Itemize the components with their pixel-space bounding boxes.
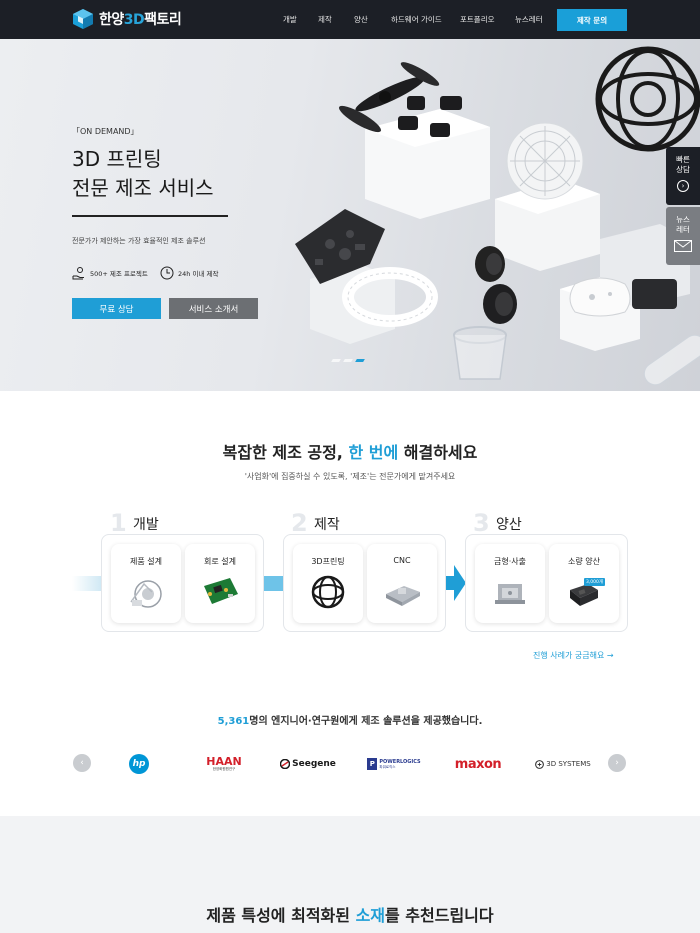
quick-consult-label-2: 상담 bbox=[676, 165, 690, 174]
haan-logo-text: HAAN bbox=[206, 755, 242, 768]
case-study-link[interactable]: 진행 사례가 궁금해요 → bbox=[533, 650, 614, 661]
slide-dot-2[interactable] bbox=[343, 359, 353, 362]
service-card-product-design[interactable]: 제품 설계 bbox=[111, 544, 181, 623]
brand-logo-seegene: Seegene bbox=[276, 754, 340, 774]
seegene-mark-icon bbox=[280, 759, 291, 769]
mold-icon bbox=[495, 584, 525, 604]
maxon-logo-text: maxon bbox=[454, 756, 502, 772]
service-card-small-batch[interactable]: 소량 양산 3,000개 bbox=[549, 544, 619, 623]
quick-consult-float[interactable]: 빠른 상담 › bbox=[666, 147, 700, 205]
brand-logo-maxon: maxon bbox=[446, 754, 510, 774]
menu-item-production[interactable]: 제작 bbox=[318, 14, 332, 25]
arrow-right-icon bbox=[444, 565, 466, 601]
feature-projects: 500+ 제조 프로젝트 bbox=[72, 266, 148, 280]
hp-logo: hp bbox=[129, 754, 149, 774]
cnc-part-icon bbox=[386, 586, 420, 606]
hero-title-line1: 3D 프린팅 bbox=[72, 147, 162, 171]
powerlogics-logo-subtext: 파워로직스 bbox=[379, 764, 396, 769]
card-label: 회로 설계 bbox=[204, 557, 236, 566]
quick-consult-label-1: 빠른 bbox=[676, 155, 690, 164]
process-section-subtitle: '사업화'에 집중하실 수 있도록, '제조'는 전문가에게 맡겨주세요 bbox=[244, 472, 456, 481]
3dsystems-logo-text: 3D SYSTEMS bbox=[546, 760, 591, 768]
chevron-right-icon: › bbox=[615, 758, 619, 768]
menu-item-hardware-guide[interactable]: 하드웨어 가이드 bbox=[391, 14, 442, 25]
card-label: 3D프린팅 bbox=[311, 557, 345, 566]
stage-3-label: 양산 bbox=[496, 517, 522, 533]
top-navigation-bar: 한양3D팩토리 개발 제작 양산 하드웨어 가이드 포트폴리오 뉴스레터 제작 … bbox=[0, 0, 700, 39]
carousel-prev-button[interactable]: ‹ bbox=[73, 754, 91, 772]
lattice-sphere-icon bbox=[311, 575, 345, 609]
connector-start bbox=[72, 576, 102, 591]
newsletter-float[interactable]: 뉴스 레터 bbox=[666, 207, 700, 265]
3dsystems-mark-icon bbox=[535, 759, 545, 769]
hero-eyebrow: 「ON DEMAND」 bbox=[72, 127, 139, 136]
process-section-title: 복잡한 제조 공정, 한 번에 해결하세요 bbox=[222, 443, 478, 462]
hero-banner: 「ON DEMAND」 3D 프린팅 전문 제조 서비스 전문가가 제안하는 가… bbox=[0, 39, 700, 391]
stage-3-number: 3 bbox=[473, 509, 490, 537]
inquiry-button[interactable]: 제작 문의 bbox=[557, 9, 627, 31]
powerlogics-mark-icon: P bbox=[367, 758, 378, 770]
brand-logo-3dsystems: 3D SYSTEMS bbox=[531, 754, 595, 774]
chevron-left-icon: ‹ bbox=[80, 758, 84, 768]
brand-logo-haan: HAAN 한양화원원연구 bbox=[198, 754, 250, 774]
brand-logo-hp: hp bbox=[126, 754, 152, 774]
hand-coin-icon bbox=[72, 267, 84, 280]
hero-subtitle: 전문가가 제안하는 가장 효율적인 제조 솔루션 bbox=[72, 237, 206, 245]
stage-1-number: 1 bbox=[110, 509, 127, 537]
clients-title: 5,361명의 엔지니어·연구원에게 제조 솔루션을 제공했습니다. bbox=[0, 712, 700, 727]
service-card-injection-molding[interactable]: 금형·사출 bbox=[475, 544, 545, 623]
carousel-next-button[interactable]: › bbox=[608, 754, 626, 772]
card-label: CNC bbox=[393, 556, 411, 565]
hero-title: 3D 프린팅 전문 제조 서비스 bbox=[72, 145, 214, 203]
service-card-3d-printing[interactable]: 3D프린팅 bbox=[293, 544, 363, 623]
hero-title-line2: 전문 제조 서비스 bbox=[72, 176, 214, 200]
envelope-icon bbox=[674, 240, 692, 252]
menu-item-development[interactable]: 개발 bbox=[283, 14, 297, 25]
card-label: 금형·사출 bbox=[494, 557, 526, 566]
brand-logo-powerlogics: P POWERLOGICS 파워로직스 bbox=[362, 754, 426, 774]
slide-dot-3[interactable] bbox=[355, 359, 365, 362]
clock-icon bbox=[160, 266, 174, 280]
menu-item-newsletter[interactable]: 뉴스레터 bbox=[515, 14, 543, 25]
service-brochure-button[interactable]: 서비스 소개서 bbox=[169, 298, 258, 319]
clients-count: 5,361 bbox=[217, 716, 250, 727]
card-label: 제품 설계 bbox=[130, 557, 162, 566]
chevron-right-icon: › bbox=[677, 180, 689, 192]
stage-1-label: 개발 bbox=[133, 517, 159, 533]
quantity-badge: 3,000개 bbox=[584, 578, 606, 586]
hero-divider bbox=[72, 215, 228, 217]
feature-turnaround: 24h 이내 제작 bbox=[160, 266, 218, 280]
menu-item-portfolio[interactable]: 포트폴리오 bbox=[460, 14, 495, 25]
product-design-icon bbox=[130, 580, 162, 608]
free-consult-button[interactable]: 무료 상담 bbox=[72, 298, 161, 319]
newsletter-label-1: 뉴스 bbox=[676, 215, 690, 224]
connector-1-2 bbox=[264, 576, 284, 591]
haan-logo-subtext: 한양화원원연구 bbox=[212, 767, 236, 771]
service-card-cnc[interactable]: CNC bbox=[367, 544, 437, 623]
feature-projects-label: 500+ 제조 프로젝트 bbox=[90, 270, 148, 278]
stage-2-label: 제작 bbox=[314, 517, 340, 533]
slide-dot-1[interactable] bbox=[331, 359, 341, 362]
stage-2-number: 2 bbox=[291, 509, 308, 537]
clients-text: 명의 엔지니어·연구원에게 제조 솔루션을 제공했습니다. bbox=[249, 716, 483, 727]
circuit-board-icon bbox=[204, 578, 238, 604]
menu-item-mass-production[interactable]: 양산 bbox=[354, 14, 368, 25]
newsletter-label-2: 레터 bbox=[676, 225, 690, 234]
slider-indicator bbox=[331, 359, 365, 362]
feature-turnaround-label: 24h 이내 제작 bbox=[178, 270, 219, 278]
seegene-logo-text: Seegene bbox=[292, 759, 336, 769]
service-card-circuit-design[interactable]: 회로 설계 bbox=[185, 544, 255, 623]
materials-section-title: 제품 특성에 최적화된 소재를 추천드립니다 bbox=[206, 906, 494, 925]
card-label: 소량 양산 bbox=[568, 557, 600, 566]
